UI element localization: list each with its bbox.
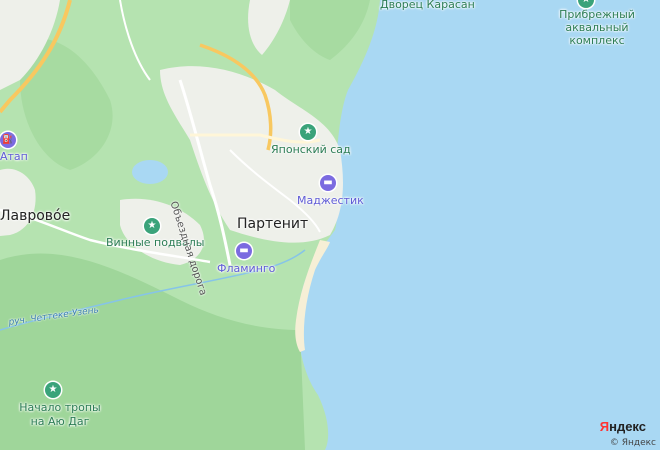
copyright-text[interactable]: © Яндекс xyxy=(610,438,656,448)
lake xyxy=(132,160,168,184)
star-icon[interactable]: ★ xyxy=(45,382,61,398)
bed-icon[interactable]: ▬ xyxy=(320,175,336,191)
poi-label[interactable]: Начало тропы на Аю Даг xyxy=(15,401,105,429)
star-icon[interactable]: ★ xyxy=(144,218,160,234)
poi-label[interactable]: Прибрежный аквальный комплекс xyxy=(542,8,652,47)
poi-label[interactable]: Маджестик xyxy=(297,194,364,207)
poi-label[interactable]: Дворец Карасан xyxy=(380,0,475,11)
place-label[interactable]: Партенит xyxy=(237,216,308,232)
bed-icon[interactable]: ▬ xyxy=(236,243,252,259)
place-label[interactable]: Лаврово́е xyxy=(0,208,70,224)
poi-label[interactable]: Японский сад xyxy=(271,143,351,156)
poi-label[interactable]: Атап xyxy=(0,150,28,163)
yandex-logo[interactable]: Яндекс xyxy=(600,419,646,434)
fuel-icon[interactable]: ⛽ xyxy=(0,132,16,148)
map-canvas[interactable] xyxy=(0,0,660,450)
poi-label[interactable]: Фламинго xyxy=(217,262,275,275)
star-icon[interactable]: ★ xyxy=(300,124,316,140)
